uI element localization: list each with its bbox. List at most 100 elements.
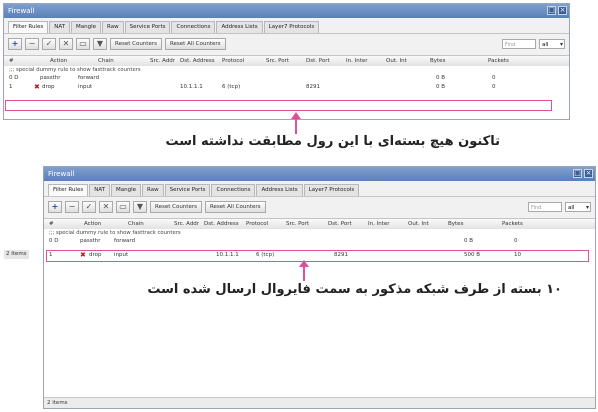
col-src-address[interactable]: Src. Addr bbox=[150, 56, 175, 66]
cell-chain: forward bbox=[114, 238, 136, 244]
col-protocol[interactable]: Protocol bbox=[222, 56, 244, 66]
add-icon[interactable]: + bbox=[48, 201, 62, 213]
col-src-port[interactable]: Src. Port bbox=[266, 56, 289, 66]
maximize-icon[interactable]: □ bbox=[573, 169, 582, 178]
toolbar: + − ✓ ✕ ▭ ▼ Reset Counters Reset All Cou… bbox=[4, 33, 569, 54]
disable-icon[interactable]: ✕ bbox=[59, 38, 73, 50]
col-bytes[interactable]: Bytes bbox=[448, 219, 463, 229]
highlight-box-bottom bbox=[46, 250, 589, 262]
cell-action: passthr bbox=[40, 75, 61, 81]
table-row-dummy[interactable]: 0 D passthr forward 0 B 0 bbox=[44, 237, 595, 246]
col-src-port[interactable]: Src. Port bbox=[286, 219, 309, 229]
tab-nat[interactable]: NAT bbox=[89, 184, 111, 196]
chain-filter-select[interactable]: all bbox=[565, 202, 591, 213]
tab-address-lists[interactable]: Address Lists bbox=[216, 21, 263, 33]
tab-nat[interactable]: NAT bbox=[49, 21, 71, 33]
tab-raw[interactable]: Raw bbox=[142, 184, 164, 196]
add-icon[interactable]: + bbox=[8, 38, 22, 50]
col-dst-port[interactable]: Dst. Port bbox=[306, 56, 330, 66]
cell-packets: 0 bbox=[492, 75, 496, 81]
col-num[interactable]: # bbox=[49, 219, 54, 229]
search-input[interactable]: Find bbox=[528, 202, 562, 212]
table-row-drop-rule[interactable]: 1 ✖ drop input 10.1.1.1 6 (tcp) 8291 0 B… bbox=[4, 83, 569, 92]
comment-icon[interactable]: ▭ bbox=[76, 38, 90, 50]
remove-icon[interactable]: − bbox=[25, 38, 39, 50]
drop-icon: ✖ bbox=[34, 83, 40, 91]
tab-bar: Filter Rules NAT Mangle Raw Service Port… bbox=[4, 18, 569, 33]
reset-all-counters-button[interactable]: Reset All Counters bbox=[164, 38, 226, 50]
disable-icon[interactable]: ✕ bbox=[99, 201, 113, 213]
tab-layer7-protocols[interactable]: Layer7 Protocols bbox=[263, 21, 320, 33]
close-icon[interactable]: × bbox=[584, 169, 593, 178]
cell-dst-address: 10.1.1.1 bbox=[180, 84, 203, 90]
enable-icon[interactable]: ✓ bbox=[82, 201, 96, 213]
cell-bytes: 0 B bbox=[436, 84, 446, 90]
tab-layer7-protocols[interactable]: Layer7 Protocols bbox=[303, 184, 360, 196]
tab-mangle[interactable]: Mangle bbox=[111, 184, 142, 196]
tab-bar: Filter Rules NAT Mangle Raw Service Port… bbox=[44, 181, 595, 196]
comment-icon[interactable]: ▭ bbox=[116, 201, 130, 213]
tab-service-ports[interactable]: Service Ports bbox=[164, 184, 211, 196]
cell-num: 0 D bbox=[9, 75, 19, 81]
reset-all-counters-label: Reset All Counters bbox=[169, 41, 221, 47]
arrow-up-icon bbox=[291, 112, 301, 134]
rule-comment: ;;; special dummy rule to show fasttrack… bbox=[49, 230, 181, 236]
chain-filter-select[interactable]: all bbox=[539, 39, 565, 50]
tab-filter-rules[interactable]: Filter Rules bbox=[8, 21, 49, 33]
cell-dst-port: 8291 bbox=[306, 84, 320, 90]
filter-icon[interactable]: ▼ bbox=[133, 201, 147, 213]
window-titlebar[interactable]: Firewall □ × bbox=[44, 167, 595, 181]
col-in-interface[interactable]: In. Inter bbox=[368, 219, 390, 229]
reset-counters-button[interactable]: Reset Counters bbox=[150, 201, 202, 213]
col-dst-address[interactable]: Dst. Address bbox=[204, 219, 239, 229]
table-row-dummy[interactable]: 0 D passthr forward 0 B 0 bbox=[4, 74, 569, 83]
filter-icon[interactable]: ▼ bbox=[93, 38, 107, 50]
rule-comment: ;;; special dummy rule to show fasttrack… bbox=[9, 67, 141, 73]
remove-icon[interactable]: − bbox=[65, 201, 79, 213]
toolbar: + − ✓ ✕ ▭ ▼ Reset Counters Reset All Cou… bbox=[44, 196, 595, 217]
cell-packets: 0 bbox=[514, 238, 518, 244]
reset-counters-label: Reset Counters bbox=[155, 204, 197, 210]
reset-all-counters-button[interactable]: Reset All Counters bbox=[204, 201, 266, 213]
caption-top: تاکنون هیچ بسته‌ای با این رول مطابقت ندا… bbox=[165, 134, 500, 149]
status-item-count: 2 items bbox=[47, 400, 68, 406]
col-num[interactable]: # bbox=[9, 56, 14, 66]
col-dst-address[interactable]: Dst. Address bbox=[180, 56, 215, 66]
col-chain[interactable]: Chain bbox=[98, 56, 114, 66]
col-dst-port[interactable]: Dst. Port bbox=[328, 219, 352, 229]
col-action[interactable]: Action bbox=[84, 219, 101, 229]
highlight-box-top bbox=[5, 100, 552, 111]
tab-connections[interactable]: Connections bbox=[171, 21, 216, 33]
tab-filter-rules[interactable]: Filter Rules bbox=[48, 184, 89, 196]
close-icon[interactable]: × bbox=[558, 6, 567, 15]
col-out-interface[interactable]: Out. Int bbox=[386, 56, 407, 66]
cell-action: drop bbox=[42, 84, 55, 90]
cell-bytes: 0 B bbox=[464, 238, 474, 244]
tab-address-lists[interactable]: Address Lists bbox=[256, 184, 303, 196]
col-src-address[interactable]: Src. Addr bbox=[174, 219, 199, 229]
col-action[interactable]: Action bbox=[50, 56, 67, 66]
col-packets[interactable]: Packets bbox=[488, 56, 509, 66]
rules-table: ;;; special dummy rule to show fasttrack… bbox=[4, 66, 569, 119]
enable-icon[interactable]: ✓ bbox=[42, 38, 56, 50]
status-item-count-back: 2 items bbox=[4, 250, 29, 259]
window-title: Firewall bbox=[48, 170, 75, 178]
window-titlebar[interactable]: Firewall □ × bbox=[4, 4, 569, 18]
maximize-icon[interactable]: □ bbox=[547, 6, 556, 15]
col-protocol[interactable]: Protocol bbox=[246, 219, 268, 229]
tab-service-ports[interactable]: Service Ports bbox=[124, 21, 171, 33]
reset-counters-label: Reset Counters bbox=[115, 41, 157, 47]
tab-connections[interactable]: Connections bbox=[211, 184, 256, 196]
col-out-interface[interactable]: Out. Int bbox=[408, 219, 429, 229]
reset-all-counters-label: Reset All Counters bbox=[209, 204, 261, 210]
col-packets[interactable]: Packets bbox=[502, 219, 523, 229]
col-bytes[interactable]: Bytes bbox=[430, 56, 445, 66]
reset-counters-button[interactable]: Reset Counters bbox=[110, 38, 162, 50]
tab-raw[interactable]: Raw bbox=[102, 21, 124, 33]
cell-chain: input bbox=[78, 84, 93, 90]
search-input[interactable]: Find bbox=[502, 39, 536, 49]
tab-mangle[interactable]: Mangle bbox=[71, 21, 102, 33]
col-in-interface[interactable]: In. Inter bbox=[346, 56, 368, 66]
cell-protocol: 6 (tcp) bbox=[222, 84, 241, 90]
col-chain[interactable]: Chain bbox=[128, 219, 144, 229]
